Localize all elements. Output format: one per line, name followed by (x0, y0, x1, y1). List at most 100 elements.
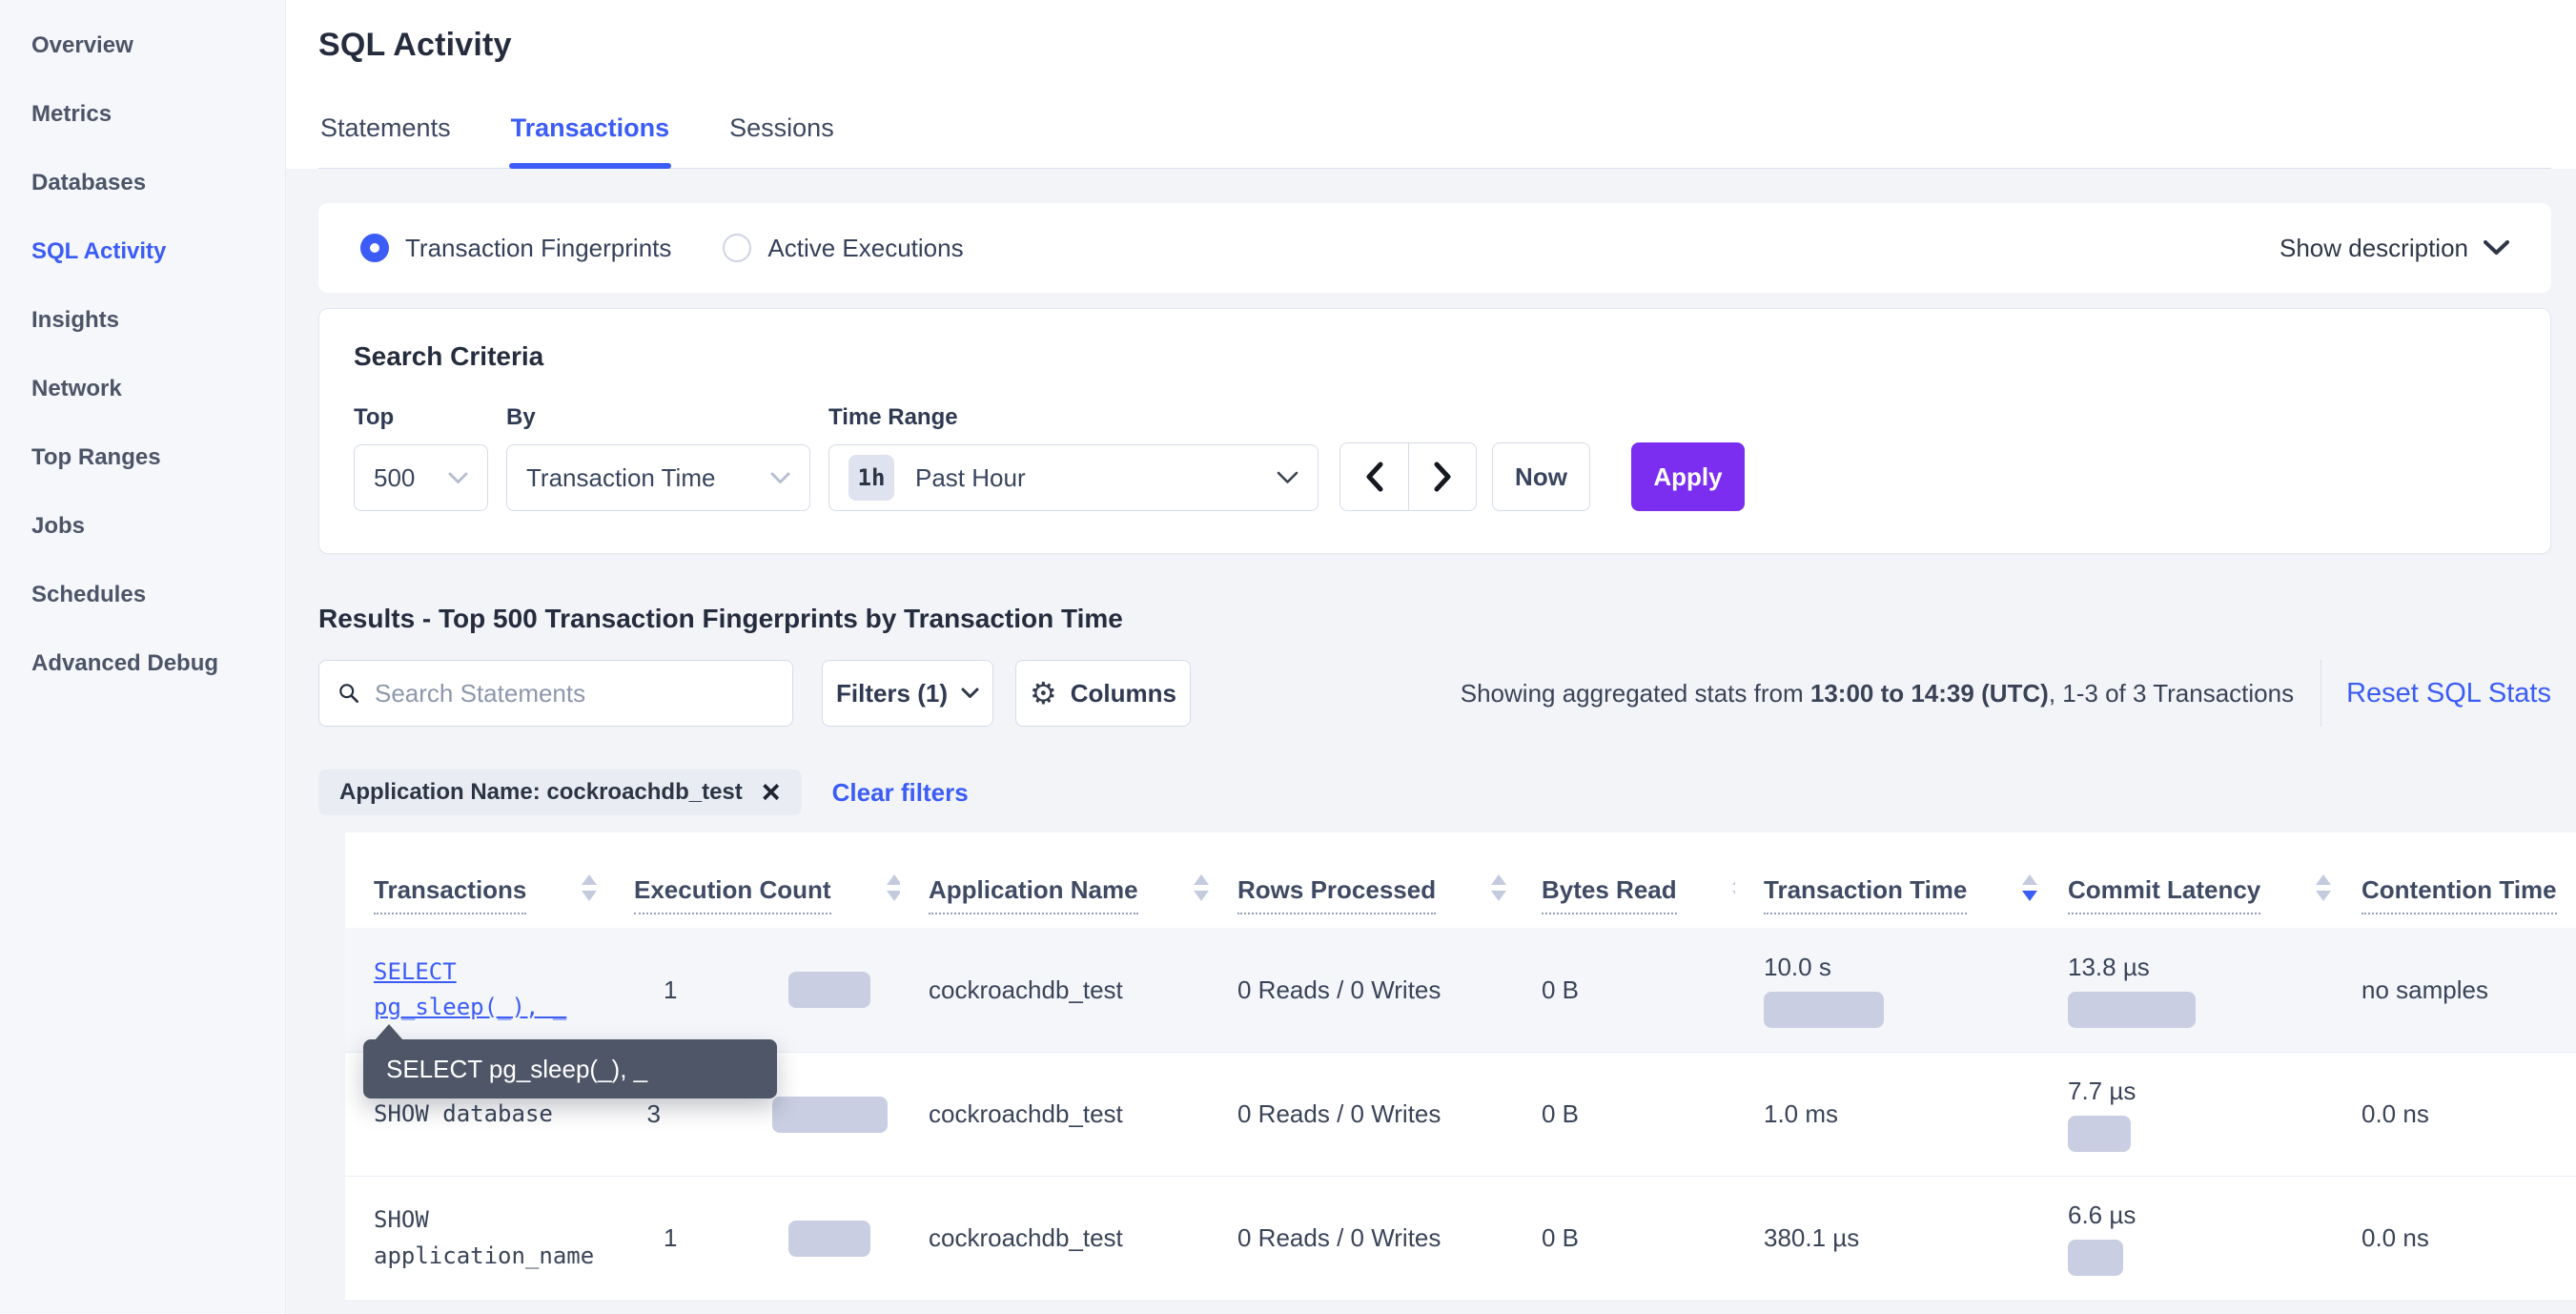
contention-time-value: no samples (2361, 975, 2488, 1005)
cell-rows-processed-value: 0 Reads / 0 Writes (1237, 1223, 1441, 1253)
cell-execution-count: 1 (605, 1177, 900, 1300)
top-select[interactable]: 500 (354, 444, 488, 511)
chevron-right-icon (1433, 462, 1452, 492)
by-label: By (506, 404, 828, 431)
cell-contention-time: no samples (2333, 928, 2576, 1052)
reset-sql-stats-link[interactable]: Reset SQL Stats (2346, 678, 2551, 709)
value-bar (788, 1221, 870, 1257)
cell-contention-time: 0.0 ns (2333, 1177, 2576, 1300)
chevron-left-icon (1365, 462, 1384, 492)
time-range-stepper (1339, 442, 1477, 511)
sort-desc-icon (887, 891, 900, 901)
radio-transaction-fingerprints[interactable]: Transaction Fingerprints (360, 234, 671, 263)
sidebar-item-metrics[interactable]: Metrics (0, 80, 285, 149)
radio-dot-icon (723, 234, 751, 262)
by-select[interactable]: Transaction Time (506, 444, 810, 511)
sort-asc-icon (887, 874, 900, 885)
filter-chip-label: Application Name: cockroachdb_test (339, 779, 743, 806)
time-range-badge: 1h (848, 455, 894, 501)
cell-bytes-read: 0 B (1513, 1177, 1735, 1300)
sidebar-item-top-ranges[interactable]: Top Ranges (0, 423, 285, 492)
cell-application-name: cockroachdb_test (900, 928, 1209, 1052)
view-mode-bar: Transaction Fingerprints Active Execution… (318, 203, 2551, 293)
results-heading: Results - Top 500 Transaction Fingerprin… (318, 604, 2551, 634)
column-header-transaction-time[interactable]: Transaction Time (1735, 832, 2039, 928)
sort-asc-icon (582, 874, 597, 885)
column-header-transactions[interactable]: Transactions (345, 832, 605, 928)
cell-application-name-value: cockroachdb_test (929, 975, 1123, 1005)
column-header-execution-count[interactable]: Execution Count (605, 832, 900, 928)
column-header-label: Rows Processed (1237, 875, 1436, 914)
gear-icon: ⚙ (1030, 678, 1057, 708)
sidebar-item-jobs[interactable]: Jobs (0, 492, 285, 561)
sidebar-item-overview[interactable]: Overview (0, 11, 285, 80)
chevron-down-icon (1277, 471, 1298, 484)
cell-contention-time: 0.0 ns (2333, 1053, 2576, 1176)
execution-count-value: 1 (664, 975, 788, 1005)
clear-filters-link[interactable]: Clear filters (832, 778, 969, 808)
top-select-value: 500 (374, 463, 415, 493)
column-header-commit-latency[interactable]: Commit Latency (2039, 832, 2333, 928)
show-description-toggle[interactable]: Show description (2280, 234, 2509, 263)
transaction-text: SHOW application_name (374, 1202, 605, 1273)
search-input[interactable] (375, 679, 773, 708)
cell-commit-latency: 7.7 µs (2039, 1053, 2333, 1176)
radio-active-executions[interactable]: Active Executions (723, 234, 963, 263)
sort-desc-icon (2316, 891, 2331, 901)
columns-button[interactable]: ⚙ Columns (1015, 660, 1191, 727)
time-range-select[interactable]: 1h Past Hour (828, 444, 1319, 511)
table-header-row: TransactionsExecution CountApplication N… (345, 832, 2576, 928)
by-select-value: Transaction Time (526, 463, 715, 493)
cell-bytes-read-value: 0 B (1542, 1099, 1579, 1129)
cell-transaction-time: 10.0 s (1735, 928, 2039, 1052)
apply-button[interactable]: Apply (1631, 442, 1745, 511)
cell-application-name-value: cockroachdb_test (929, 1099, 1123, 1129)
transaction-link[interactable]: SELECT pg_sleep(_), _ (374, 955, 605, 1025)
value-bar (788, 972, 870, 1008)
chevron-down-icon (770, 472, 790, 484)
column-header-rows-processed[interactable]: Rows Processed (1209, 832, 1513, 928)
chevron-down-icon (961, 688, 979, 699)
tab-bar: Statements Transactions Sessions (318, 100, 2551, 169)
sidebar-item-insights[interactable]: Insights (0, 286, 285, 355)
transaction-time-value: 10.0 s (1764, 953, 1831, 982)
page-header: SQL Activity StatementsTransactionsSessi… (286, 0, 2576, 169)
filters-button[interactable]: Filters (1) (822, 660, 993, 727)
sidebar-item-network[interactable]: Network (0, 355, 285, 423)
radio-label: Transaction Fingerprints (405, 234, 671, 263)
sidebar-item-advanced-debug[interactable]: Advanced Debug (0, 629, 285, 698)
tab-statements[interactable]: Statements (318, 100, 453, 168)
search-criteria-card: Search Criteria Top 500 By Transaction T… (318, 308, 2551, 554)
column-header-bytes-read[interactable]: Bytes Read (1513, 832, 1735, 928)
sort-icon[interactable] (2316, 874, 2331, 901)
sidebar-item-sql-activity[interactable]: SQL Activity (0, 217, 285, 286)
sort-icon[interactable] (582, 874, 597, 901)
value-bar (2068, 992, 2196, 1028)
active-filters-row: Application Name: cockroachdb_test × Cle… (318, 770, 2551, 815)
sort-icon[interactable] (1491, 874, 1506, 901)
cell-commit-latency: 13.8 µs (2039, 928, 2333, 1052)
sidebar-item-databases[interactable]: Databases (0, 149, 285, 217)
previous-range-button[interactable] (1340, 443, 1408, 510)
tab-transactions[interactable]: Transactions (509, 100, 672, 168)
contention-time-value: 0.0 ns (2361, 1099, 2429, 1129)
cell-bytes-read-value: 0 B (1542, 975, 1579, 1005)
now-button[interactable]: Now (1492, 442, 1590, 511)
sort-icon[interactable] (2022, 874, 2037, 901)
column-header-contention-time[interactable]: Contention Time (2333, 832, 2576, 928)
value-bar (1764, 992, 1884, 1028)
table-body: SELECT pg_sleep(_), _ 1 cockroachdb_test 0 … (345, 928, 2576, 1300)
column-header-application-name[interactable]: Application Name (900, 832, 1209, 928)
sidebar-item-schedules[interactable]: Schedules (0, 561, 285, 629)
sort-desc-icon (582, 891, 597, 901)
commit-latency-value: 13.8 µs (2068, 953, 2150, 982)
transactions-table: TransactionsExecution CountApplication N… (345, 832, 2576, 1300)
sort-icon[interactable] (887, 874, 900, 901)
column-header-label: Commit Latency (2068, 875, 2260, 914)
tab-sessions[interactable]: Sessions (727, 100, 836, 168)
sort-icon[interactable] (1194, 874, 1209, 901)
next-range-button[interactable] (1408, 443, 1476, 510)
remove-filter-icon[interactable]: × (762, 776, 781, 809)
transaction-tooltip: SELECT pg_sleep(_), _ (363, 1039, 777, 1098)
cell-application-name-value: cockroachdb_test (929, 1223, 1123, 1253)
